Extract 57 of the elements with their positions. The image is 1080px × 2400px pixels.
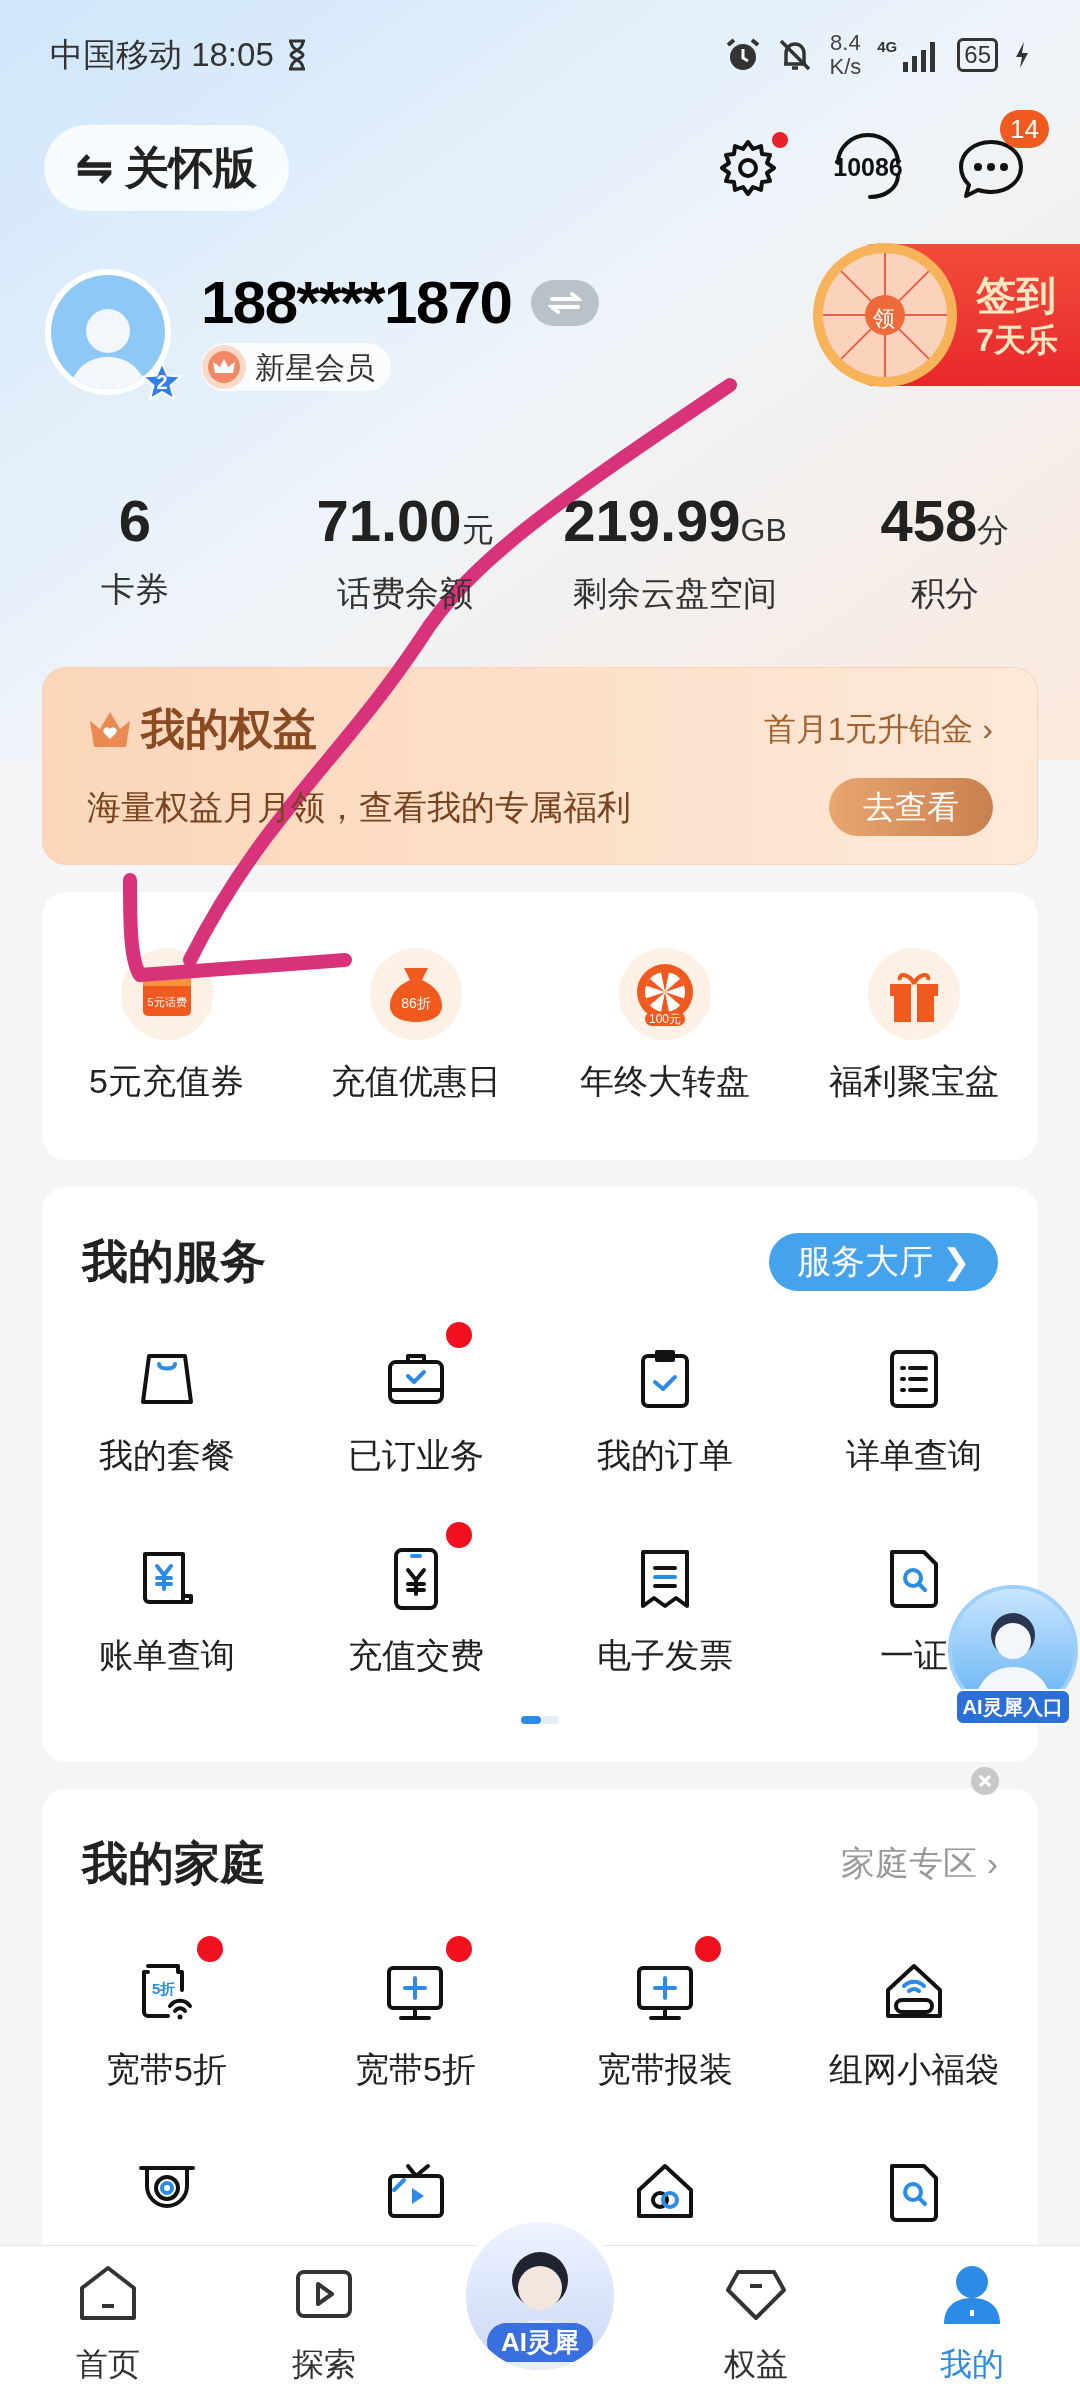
upgrade-link[interactable]: 首月1元升铂金 › [763,705,993,753]
shortcut-item[interactable]: 福利聚宝盆 [789,945,1038,1107]
service-item[interactable]: 5折 宽带5折 [106,1960,227,2095]
service-item[interactable]: 宽带报装 [596,1960,733,2095]
service-item[interactable]: 组网小福袋 [828,1960,999,2095]
speed-unit: K/s [829,55,862,79]
hotline-button[interactable]: 10086 [828,133,908,203]
voucher-icon: 5元话费 [118,945,215,1042]
stat-value[interactable]: 6 [118,492,152,550]
service-item[interactable]: 充值交费 [347,1546,484,1681]
prize-wheel-icon: 100元 [616,945,713,1042]
section-title: 我的家庭 [82,1836,266,1891]
stat-label: 积分 [911,573,979,614]
nav-tab[interactable]: 探索 [216,2246,432,2400]
phone-number: 188****1870 [201,273,512,333]
stat-value[interactable]: 219.99GB [563,492,787,554]
service-item[interactable]: 电子发票 [596,1546,733,1681]
shortcut-item[interactable]: 5元话费 5元充值券 [42,945,291,1107]
sign-in-subtitle: 7天乐 [976,321,1058,360]
crown-icon [201,344,247,390]
battery-level: 65 [957,38,998,72]
gift-icon [865,945,962,1042]
section-title: 我的服务 [82,1234,266,1289]
level-number: 2 [156,370,168,395]
network-type: 4G [877,39,898,54]
charging-icon [1014,40,1030,70]
service-item[interactable]: 一证 [879,1546,948,1681]
service-item[interactable]: 我的订单 [596,1346,733,1481]
service-item[interactable]: 我的套餐 [98,1346,235,1481]
hotline-number: 10086 [833,152,903,184]
nav-tab[interactable]: 我的 [864,2246,1080,2400]
network-speed: 8.4 [830,31,861,55]
stat-value[interactable]: 458分 [880,492,1010,554]
prize-wheel-icon[interactable] [810,240,960,390]
alarm-icon [725,37,762,73]
benefits-title: 我的权益 [141,703,317,755]
care-mode-button[interactable]: ⇋ 关怀版 [44,125,290,211]
nav-tab[interactable]: 首页 [0,2246,216,2400]
member-tag[interactable]: 新星会员 [201,343,391,391]
shortcut-item[interactable]: 100元 年终大转盘 [540,945,789,1107]
nav-tab[interactable]: 权益 [648,2246,864,2400]
stat-label: 卡券 [101,569,169,610]
service-item[interactable]: 宽带5折 [355,1960,476,2095]
service-item[interactable]: 详单查询 [845,1346,982,1481]
service-item[interactable]: 账单查询 [98,1546,235,1681]
money-bag-icon: 86折 [367,945,464,1042]
member-level: 新星会员 [255,349,375,386]
stat-label: 剩余云盘空间 [573,573,777,614]
page-indicator[interactable] [521,1716,541,1724]
service-item[interactable]: 已订业务 [347,1346,484,1481]
shortcut-item[interactable]: 86折 充值优惠日 [291,945,540,1107]
swap-arrows-icon [548,291,583,315]
wheel-label: 领 [873,305,895,333]
sign-in-title: 签到 [976,272,1057,319]
stat-value[interactable]: 71.00元 [316,492,494,554]
ai-entry-label: AI灵犀入口 [954,1689,1071,1725]
status-time: 中国移动 18:05 [50,35,274,76]
